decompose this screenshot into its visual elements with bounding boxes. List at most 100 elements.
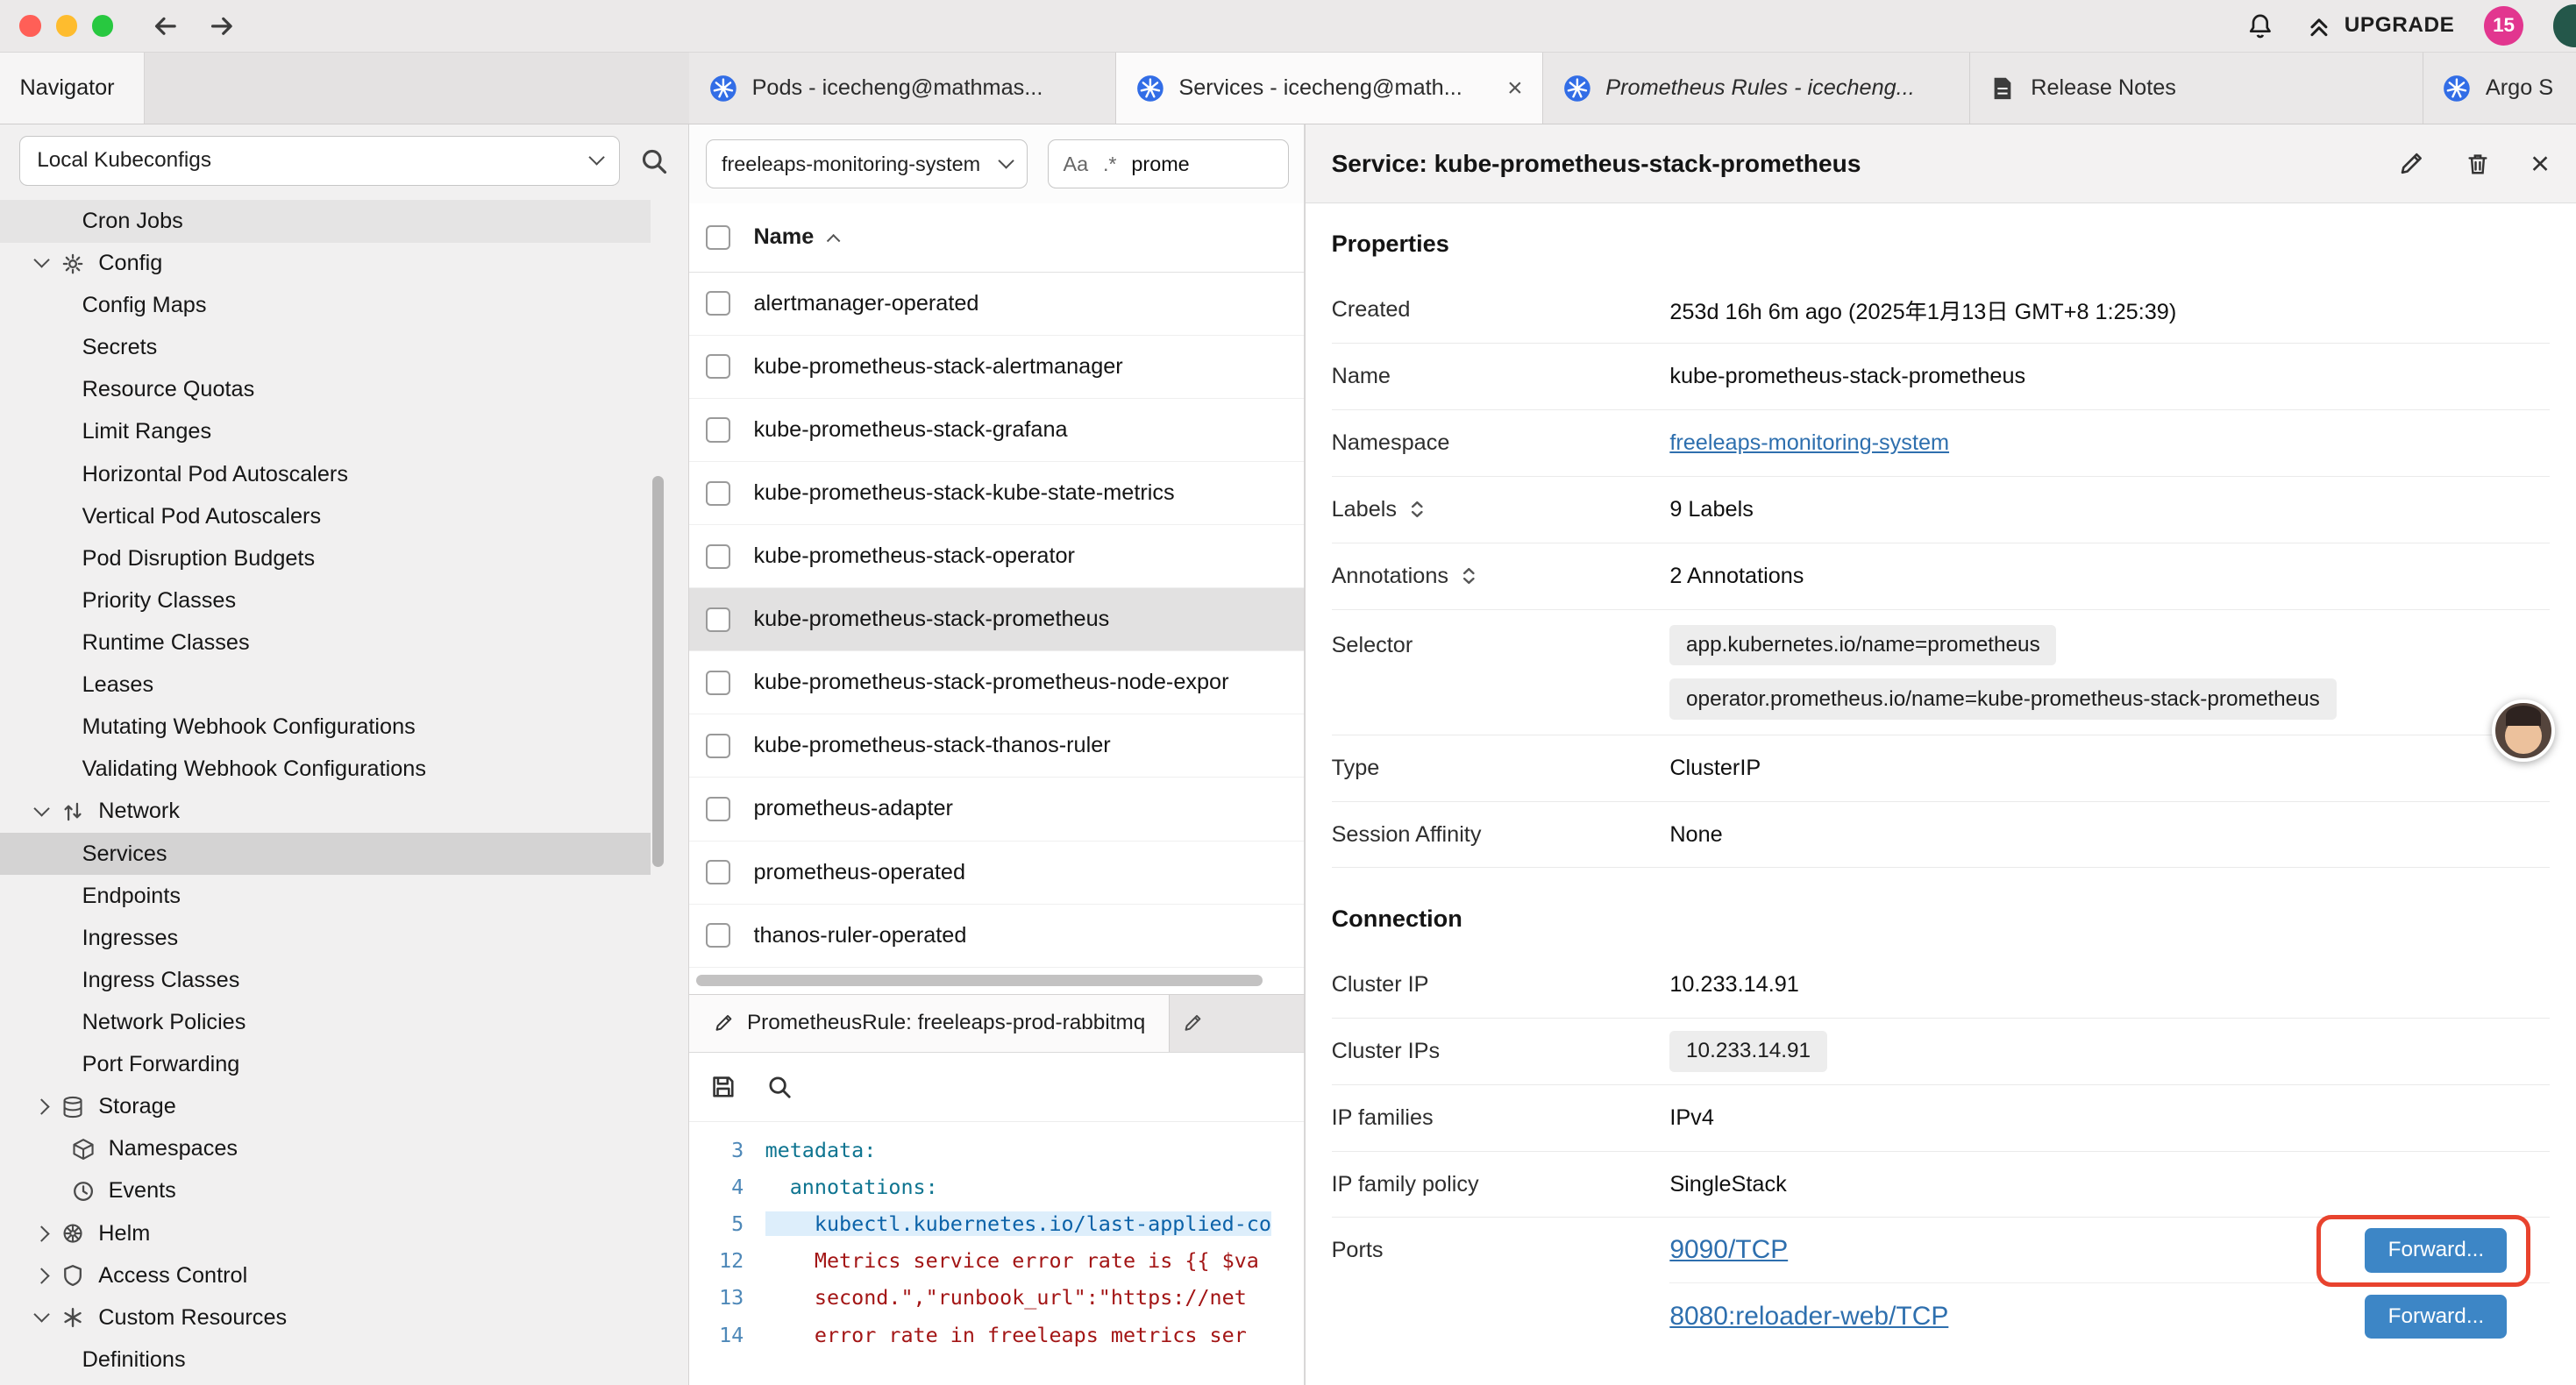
row-checkbox[interactable] (706, 797, 730, 821)
forward-icon[interactable] (207, 11, 237, 41)
back-icon[interactable] (151, 11, 181, 41)
sidebar-item-namespaces[interactable]: Namespaces (0, 1128, 651, 1170)
cluster-ip-value: 10.233.14.91 (1669, 972, 2550, 998)
row-checkbox[interactable] (706, 734, 730, 758)
sidebar-item-config[interactable]: Config (0, 243, 651, 285)
sidebar-item-config-maps[interactable]: Config Maps (0, 285, 651, 327)
sidebar-item-vertical-pod-autoscalers[interactable]: Vertical Pod Autoscalers (0, 495, 651, 537)
tab-pods[interactable]: Pods - icecheng@mathmas... (689, 53, 1116, 124)
forward-button[interactable]: Forward... (2365, 1228, 2507, 1272)
sidebar-item-mutating-webhook-configurations[interactable]: Mutating Webhook Configurations (0, 707, 651, 749)
kubeconfig-select[interactable]: Local Kubeconfigs (19, 136, 619, 185)
tab-release-notes[interactable]: Release Notes (1970, 53, 2423, 124)
sidebar-item-services[interactable]: Services (0, 833, 651, 875)
sidebar-item-priority-classes[interactable]: Priority Classes (0, 579, 651, 621)
row-checkbox[interactable] (706, 671, 730, 695)
sidebar-search-icon[interactable] (639, 146, 669, 176)
type-value: ClusterIP (1669, 756, 2550, 781)
sidebar-item-helm[interactable]: Helm (0, 1212, 651, 1254)
name-column-header[interactable]: Name (753, 224, 838, 250)
namespace-select[interactable]: freeleaps-monitoring-system (706, 139, 1028, 188)
sidebar-item-storage[interactable]: Storage (0, 1086, 651, 1128)
port-link-9090[interactable]: 9090/TCP (1669, 1235, 1788, 1265)
table-row[interactable]: kube-prometheus-stack-kube-state-metrics (689, 462, 1305, 525)
namespace-link[interactable]: freeleaps-monitoring-system (1669, 430, 1949, 456)
ip-families-value: IPv4 (1669, 1105, 2550, 1131)
table-row[interactable]: prometheus-adapter (689, 778, 1305, 841)
user-avatar[interactable] (2492, 700, 2554, 762)
item-label: Runtime Classes (82, 630, 250, 656)
sidebar-item-endpoints[interactable]: Endpoints (0, 875, 651, 917)
ports-label: Ports (1332, 1218, 1670, 1349)
close-tab-icon[interactable]: × (1507, 75, 1523, 102)
sidebar-item-events[interactable]: Events (0, 1170, 651, 1212)
regex-toggle[interactable]: .* (1103, 153, 1117, 176)
maximize-window-button[interactable] (92, 15, 113, 36)
table-row[interactable]: kube-prometheus-stack-operator (689, 525, 1305, 588)
sidebar-item-definitions[interactable]: Definitions (0, 1339, 651, 1381)
row-checkbox[interactable] (706, 417, 730, 442)
sidebar-item-resource-quotas[interactable]: Resource Quotas (0, 369, 651, 411)
sidebar-item-runtime-classes[interactable]: Runtime Classes (0, 621, 651, 664)
notification-count-badge[interactable]: 15 (2484, 6, 2523, 46)
sidebar-item-network-policies[interactable]: Network Policies (0, 1001, 651, 1043)
editor-tab-partial[interactable] (1170, 995, 1306, 1052)
editor-tab-prometheusrule[interactable]: PrometheusRule: freeleaps-prod-rabbitmq (689, 995, 1169, 1052)
match-case-toggle[interactable]: Aa (1063, 153, 1088, 176)
sidebar-scrollbar[interactable] (652, 476, 664, 867)
tab-services[interactable]: Services - icecheng@math... × (1116, 53, 1543, 124)
close-window-button[interactable] (19, 15, 40, 36)
table-row-selected[interactable]: kube-prometheus-stack-prometheus (689, 588, 1305, 651)
save-icon[interactable] (709, 1073, 737, 1101)
list-search-input[interactable]: Aa .* prome (1048, 139, 1289, 188)
forward-button[interactable]: Forward... (2365, 1295, 2507, 1339)
scrollbar-thumb[interactable] (696, 975, 1263, 986)
row-checkbox[interactable] (706, 481, 730, 506)
sidebar-item-cron-jobs[interactable]: Cron Jobs (0, 200, 651, 242)
account-avatar-partial[interactable] (2553, 4, 2576, 47)
sidebar-item-limit-ranges[interactable]: Limit Ranges (0, 411, 651, 453)
expander-icon[interactable] (1408, 497, 1427, 522)
minimize-window-button[interactable] (56, 15, 77, 36)
sidebar-item-access-control[interactable]: Access Control (0, 1254, 651, 1296)
expander-icon[interactable] (1460, 564, 1478, 588)
table-row[interactable]: kube-prometheus-stack-prometheus-node-ex… (689, 651, 1305, 714)
edit-pencil-icon[interactable] (2397, 150, 2425, 178)
service-name: kube-prometheus-stack-alertmanager (753, 354, 1122, 380)
editor-search-icon[interactable] (766, 1074, 793, 1100)
sidebar-item-port-forwarding[interactable]: Port Forwarding (0, 1044, 651, 1086)
chevron-right-icon (33, 1268, 50, 1284)
upgrade-button[interactable]: UPGRADE (2305, 12, 2455, 40)
type-row: Type ClusterIP (1332, 735, 2550, 802)
sidebar-item-pod-disruption-budgets[interactable]: Pod Disruption Budgets (0, 537, 651, 579)
row-checkbox[interactable] (706, 860, 730, 884)
delete-trash-icon[interactable] (2465, 151, 2491, 177)
sidebar-item-validating-webhook-configurations[interactable]: Validating Webhook Configurations (0, 749, 651, 791)
sidebar-item-horizontal-pod-autoscalers[interactable]: Horizontal Pod Autoscalers (0, 453, 651, 495)
table-row[interactable]: alertmanager-operated (689, 273, 1305, 336)
item-label: Leases (82, 672, 153, 698)
notifications-bell-icon[interactable] (2245, 11, 2275, 41)
sidebar-item-custom-resources[interactable]: Custom Resources (0, 1296, 651, 1339)
yaml-editor[interactable]: 3metadata: 4 annotations: 5 kubectl.kube… (689, 1122, 1305, 1385)
tab-prometheus-rules[interactable]: Prometheus Rules - icecheng... (1543, 53, 1970, 124)
sidebar-item-leases[interactable]: Leases (0, 664, 651, 707)
row-checkbox[interactable] (706, 607, 730, 632)
table-row[interactable]: kube-prometheus-stack-thanos-ruler (689, 714, 1305, 778)
row-checkbox[interactable] (706, 544, 730, 569)
table-row[interactable]: thanos-ruler-operated (689, 905, 1305, 968)
row-checkbox[interactable] (706, 291, 730, 316)
table-row[interactable]: prometheus-operated (689, 842, 1305, 905)
table-row[interactable]: kube-prometheus-stack-grafana (689, 399, 1305, 462)
close-drawer-icon[interactable]: × (2530, 147, 2550, 180)
tab-argo[interactable]: Argo S (2423, 53, 2576, 124)
row-checkbox[interactable] (706, 354, 730, 379)
sidebar-item-network[interactable]: Network (0, 791, 651, 833)
row-checkbox[interactable] (706, 923, 730, 948)
sidebar-item-ingress-classes[interactable]: Ingress Classes (0, 959, 651, 1001)
sidebar-item-ingresses[interactable]: Ingresses (0, 917, 651, 959)
port-link-8080[interactable]: 8080:reloader-web/TCP (1669, 1302, 1948, 1332)
table-row[interactable]: kube-prometheus-stack-alertmanager (689, 336, 1305, 399)
sidebar-item-secrets[interactable]: Secrets (0, 327, 651, 369)
select-all-checkbox[interactable] (706, 225, 730, 250)
